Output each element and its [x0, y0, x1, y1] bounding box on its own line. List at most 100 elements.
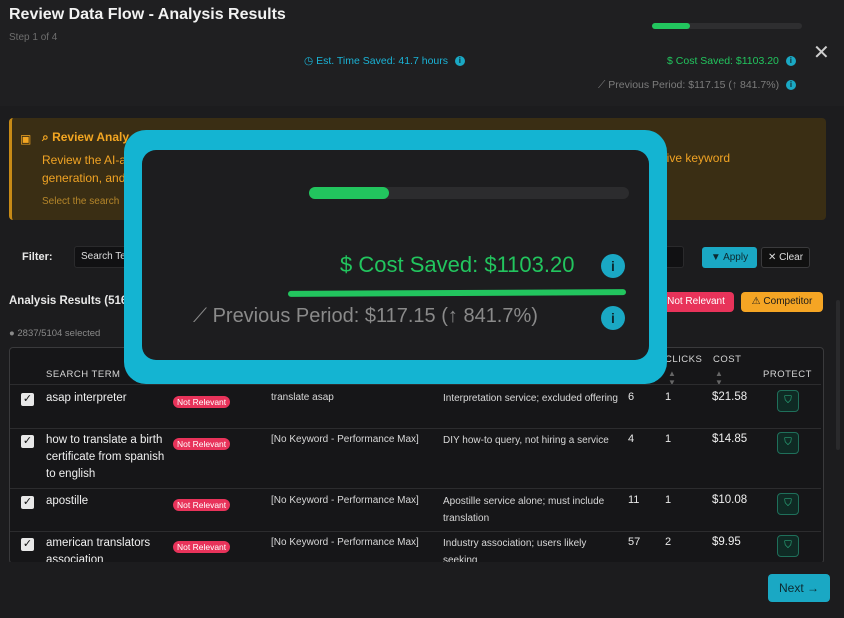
zoom-progress-bar [309, 187, 629, 199]
trend-icon: ⟋ [598, 79, 606, 91]
clear-label: Clear [779, 252, 804, 263]
close-icon: ✕ [767, 252, 777, 263]
cost-value: $9.95 [712, 536, 741, 548]
protect-shield-icon[interactable]: ⛉ [777, 432, 799, 454]
trend-icon: ⟋ [193, 305, 207, 327]
mark-not-relevant-button[interactable]: Not Relevant [658, 292, 734, 312]
zoom-cost-saved-text: Cost Saved: $1103.20 [358, 252, 575, 277]
status-badge: Not Relevant [173, 392, 231, 410]
info-icon: ● [9, 328, 15, 339]
scrollbar[interactable] [836, 300, 840, 450]
alert-title-text: Review Analy [52, 130, 129, 144]
info-icon[interactable]: i [786, 80, 797, 91]
progress-bar [652, 23, 802, 29]
competitor-label: Competitor [763, 296, 813, 307]
results-title: Analysis Results (516 [9, 295, 128, 307]
reason-text: DIY how-to query, not hiring a service [443, 435, 609, 446]
search-term: how to translate a birth certificate fro… [46, 434, 165, 480]
matched-keyword: [No Keyword - Performance Max] [271, 434, 419, 445]
impressions-value: 6 [628, 391, 635, 403]
cost-saved-text: Cost Saved: $1103.20 [675, 55, 779, 67]
cost-value: $10.08 [712, 494, 748, 506]
step-indicator: Step 1 of 4 [9, 32, 58, 43]
progress-fill [652, 23, 690, 29]
matched-keyword: [No Keyword - Performance Max] [271, 495, 419, 506]
status-badge: Not Relevant [173, 434, 231, 452]
row-divider [10, 384, 821, 385]
header-protect: PROTECT [763, 369, 812, 380]
row-checkbox[interactable]: ✓ [21, 538, 34, 551]
mark-competitor-button[interactable]: ⚠ Competitor [741, 292, 823, 312]
impressions-value: 4 [628, 433, 635, 445]
search-term: apostille [46, 495, 89, 507]
reason-text: Industry association; users likely seeki… [443, 538, 587, 564]
row-divider [10, 531, 821, 532]
info-icon[interactable]: i [454, 56, 465, 67]
badge-text: Not Relevant [173, 541, 231, 553]
filter-label: Filter: [22, 251, 53, 263]
time-saved-stat: ◷ Est. Time Saved: 41.7 hours i [304, 55, 465, 67]
filter-icon: ▼ [710, 252, 721, 263]
badge-text: Not Relevant [173, 499, 231, 511]
modal-footer [0, 562, 844, 618]
clicks-value: 2 [665, 536, 672, 548]
info-icon[interactable]: i [601, 254, 625, 278]
alert-title: ⌕ Review Analy [42, 130, 129, 145]
row-divider [10, 428, 821, 429]
protect-shield-icon[interactable]: ⛉ [777, 493, 799, 515]
previous-period-stat: ⟋ Previous Period: $117.15 (↑ 841.7%) i [598, 79, 797, 92]
dollar-icon: $ [667, 55, 673, 67]
time-saved-text: Est. Time Saved: 41.7 hours [316, 55, 448, 67]
next-button[interactable]: Next → [768, 574, 830, 602]
apply-button[interactable]: ▼ Apply [702, 247, 757, 268]
zoom-previous-period: ⟋ Previous Period: $117.15 (↑ 841.7%) [193, 305, 538, 328]
cost-value: $14.85 [712, 433, 748, 445]
search-term: american translators association [46, 537, 151, 564]
zoom-previous-period-text: Previous Period: $117.15 (↑ 841.7%) [212, 305, 538, 327]
search-icon: ⌕ [42, 130, 49, 144]
clicks-value: 1 [665, 433, 672, 445]
reason-text: Interpretation service; excluded offerin… [443, 393, 618, 404]
protect-shield-icon[interactable]: ⛉ [777, 390, 799, 412]
arrow-right-icon: → [807, 581, 820, 595]
badge-text: Not Relevant [173, 438, 231, 450]
next-label: Next [778, 581, 804, 595]
clicks-value: 1 [665, 391, 672, 403]
cost-value: $21.58 [712, 391, 748, 403]
row-checkbox[interactable]: ✓ [21, 496, 34, 509]
info-icon[interactable]: i [785, 56, 796, 67]
header-search-term[interactable]: SEARCH TERM [46, 369, 120, 380]
matched-keyword: translate asap [271, 392, 334, 403]
matched-keyword: [No Keyword - Performance Max] [271, 537, 419, 548]
impressions-value: 57 [628, 536, 641, 548]
alert-note: Select the search [42, 196, 120, 207]
selected-count-text: 2837/5104 selected [17, 328, 101, 339]
clipboard-icon: ▣ [20, 132, 32, 146]
header-clicks[interactable]: CLICKS [665, 354, 702, 365]
row-checkbox[interactable]: ✓ [21, 435, 34, 448]
reason-text: Apostille service alone; must include tr… [443, 496, 605, 524]
info-icon[interactable]: i [601, 306, 625, 330]
search-term: asap interpreter [46, 392, 127, 404]
cost-saved-stat: $ Cost Saved: $1103.20 i [667, 55, 796, 67]
warning-icon: ⚠ [751, 296, 761, 307]
header-cost[interactable]: COST [713, 354, 741, 365]
page-title: Review Data Flow - Analysis Results [9, 6, 286, 23]
status-badge: Not Relevant [173, 537, 231, 555]
zoom-cost-saved: $ Cost Saved: $1103.20 [340, 252, 574, 278]
impressions-value: 11 [628, 494, 640, 506]
clear-button[interactable]: ✕ Clear [761, 247, 810, 268]
previous-period-text: Previous Period: $117.15 (↑ 841.7%) [608, 79, 780, 91]
clock-icon: ◷ [304, 55, 314, 67]
selected-count: ● 2837/5104 selected [9, 328, 100, 339]
badge-text: Not Relevant [173, 396, 231, 408]
row-checkbox[interactable]: ✓ [21, 393, 34, 406]
zoom-progress-fill [309, 187, 389, 199]
status-badge: Not Relevant [173, 495, 231, 513]
close-icon[interactable]: ✕ [813, 40, 830, 65]
protect-shield-icon[interactable]: ⛉ [777, 535, 799, 557]
apply-label: Apply [723, 252, 749, 263]
row-divider [10, 488, 821, 489]
clicks-value: 1 [665, 494, 672, 506]
dollar-icon: $ [340, 252, 353, 277]
